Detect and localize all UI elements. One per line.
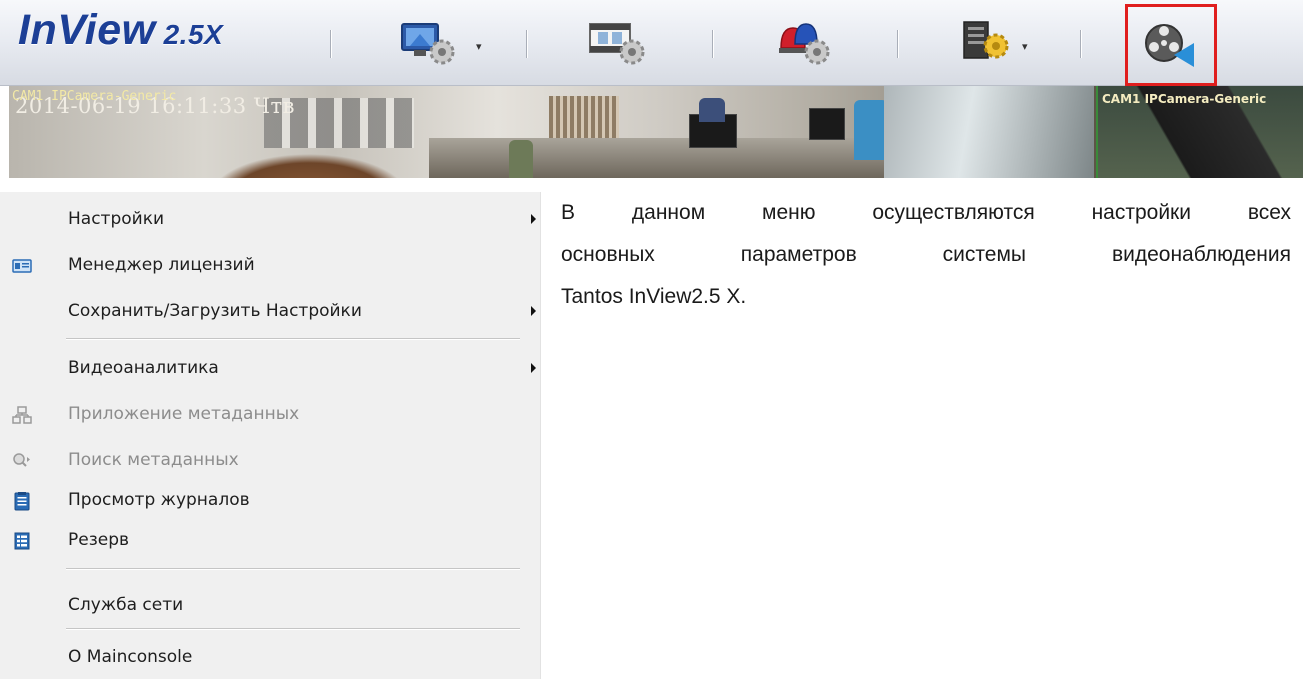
- license-card-icon: [12, 259, 32, 273]
- menu-item-label: Видеоаналитика: [68, 358, 219, 378]
- menu-item-label: О Mainconsole: [68, 647, 193, 667]
- log-clipboard-icon: [14, 492, 30, 511]
- menu-item-label: Просмотр журналов: [68, 490, 250, 510]
- toolbar-separator: [526, 30, 527, 58]
- siren-gear-icon: [779, 23, 830, 65]
- menu-item-network-service[interactable]: Служба сети: [0, 588, 540, 622]
- office-person: [509, 140, 533, 178]
- display-settings-button[interactable]: ▾: [400, 14, 488, 72]
- menu-item-metadata-app: Приложение метаданных: [0, 397, 540, 431]
- submenu-arrow-icon: [531, 306, 536, 316]
- menu-separator: [66, 628, 520, 629]
- menu-item-label: Сохранить/Загрузить Настройки: [68, 301, 362, 321]
- menu-item-label: Настройки: [68, 209, 165, 229]
- main-context-menu: Настройки Менеджер лицензий Сохранить/За…: [0, 192, 541, 679]
- film-reel-icon: [1145, 24, 1194, 67]
- metadata-app-icon: [12, 406, 32, 424]
- camera-label: CAM1 IPCamera-Generic: [1102, 92, 1267, 106]
- logo-version: 2.5X: [163, 19, 224, 50]
- submenu-arrow-icon: [531, 214, 536, 224]
- menu-item-label: Поиск метаданных: [68, 450, 239, 470]
- menu-item-label: Приложение метаданных: [68, 404, 300, 424]
- menu-item-video-analytics[interactable]: Видеоаналитика: [0, 351, 540, 385]
- menu-item-about[interactable]: О Mainconsole: [0, 640, 540, 674]
- menu-item-license-manager[interactable]: Менеджер лицензий: [0, 248, 540, 282]
- toolbar-separator: [1080, 30, 1081, 58]
- office-person: [699, 98, 725, 122]
- app-logo: InView 2.5X: [18, 6, 223, 55]
- description-line: В данном меню осуществляются настройки в…: [561, 201, 1291, 224]
- film-gear-icon: [589, 23, 645, 65]
- record-settings-button[interactable]: [588, 14, 650, 72]
- menu-description: В данном меню осуществляются настройки в…: [561, 192, 1291, 318]
- office-shelf: [549, 96, 619, 141]
- menu-separator: [66, 338, 520, 339]
- menu-item-save-load-settings[interactable]: Сохранить/Загрузить Настройки: [0, 294, 540, 328]
- backup-list-icon: [14, 532, 30, 550]
- monitor-gear-icon: [401, 23, 455, 65]
- camera-feed-main[interactable]: 2014-06-19 16:11:33 Чтв CAM1 IPCamera-Ge…: [9, 86, 1094, 178]
- chevron-down-icon: ▾: [476, 40, 482, 53]
- menu-item-settings[interactable]: Настройки: [0, 202, 540, 236]
- menu-separator: [66, 568, 520, 569]
- server-gear-icon: [963, 21, 1009, 59]
- app-toolbar: InView 2.5X ▾ ▾: [0, 0, 1303, 86]
- menu-item-label: Служба сети: [68, 595, 184, 615]
- description-line: основных параметров системы видеонаблюде…: [561, 243, 1291, 266]
- toolbar-separator: [712, 30, 713, 58]
- menu-item-label: Менеджер лицензий: [68, 255, 255, 275]
- submenu-arrow-icon: [531, 363, 536, 373]
- system-settings-button[interactable]: ▾: [960, 14, 1038, 72]
- camera-feed-secondary[interactable]: CAM1 IPCamera-Generic: [1096, 86, 1303, 178]
- menu-item-label: Резерв: [68, 530, 130, 550]
- chevron-down-icon: ▾: [1022, 40, 1028, 53]
- playback-button[interactable]: [1125, 4, 1217, 86]
- office-monitor: [809, 108, 845, 140]
- office-person: [854, 100, 888, 160]
- video-preview-strip: 2014-06-19 16:11:33 Чтв CAM1 IPCamera-Ge…: [9, 86, 1303, 178]
- menu-item-backup[interactable]: Резерв: [0, 523, 540, 557]
- alarm-settings-button[interactable]: [775, 14, 835, 72]
- toolbar-separator: [330, 30, 331, 58]
- menu-item-metadata-search: Поиск метаданных: [0, 443, 540, 477]
- menu-item-view-logs[interactable]: Просмотр журналов: [0, 483, 540, 517]
- office-window: [884, 86, 1094, 178]
- description-line: Tantos InView2.5 X.: [561, 285, 747, 308]
- camera-label: CAM1 IPCamera-Generic: [12, 89, 177, 104]
- logo-name: InView: [18, 6, 156, 54]
- toolbar-separator: [897, 30, 898, 58]
- metadata-search-icon: [13, 453, 30, 467]
